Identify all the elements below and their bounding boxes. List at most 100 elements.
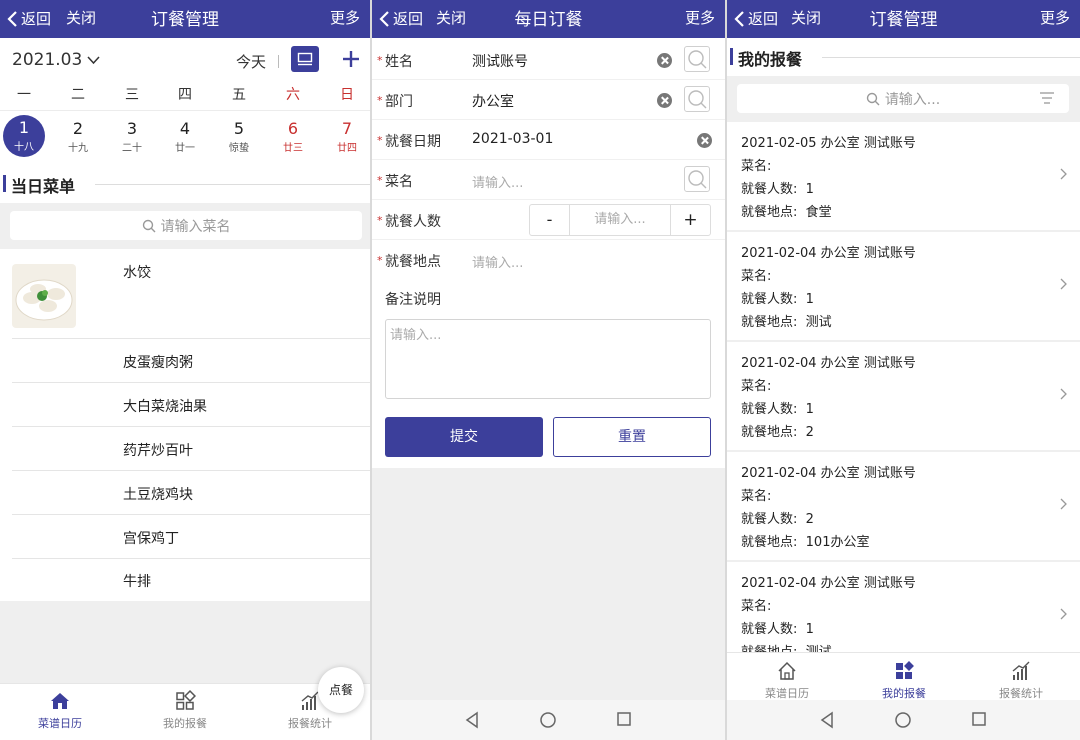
tab-menu-calendar[interactable]: 菜谱日历 (0, 690, 120, 731)
list-item[interactable]: 牛排 (12, 559, 370, 601)
weekday-label: 六 (273, 84, 313, 104)
date-row: 1 十八 2 十九 3 二十 4 廿一 5 惊蛰 6 廿三 (0, 110, 370, 164)
tab-menu-calendar[interactable]: 菜谱日历 (727, 660, 847, 701)
calendar-day[interactable]: 7 廿四 (325, 113, 369, 159)
more-button[interactable]: 更多 (330, 7, 360, 28)
order-search-input[interactable]: 请输入... (737, 84, 1069, 113)
home-icon (776, 660, 798, 682)
list-item[interactable]: 2021-02-04 办公室 测试账号 菜名: 就餐人数: 1 就餐地点: 测试 (727, 232, 1080, 340)
dish-row: * 菜名 请输入... (372, 160, 725, 200)
home-circle-icon[interactable] (539, 711, 557, 729)
list-item[interactable]: 大白菜烧油果 (12, 383, 370, 427)
list-item[interactable]: 2021-02-04 办公室 测试账号 菜名: 就餐人数: 1 就餐地点: 2 (727, 342, 1080, 450)
day-number: 5 (217, 119, 261, 138)
back-triangle-icon[interactable] (819, 711, 835, 729)
list-item[interactable]: 2021-02-04 办公室 测试账号 菜名: 就餐人数: 2 就餐地点: 10… (727, 452, 1080, 560)
recent-apps-icon[interactable] (616, 711, 632, 727)
list-item[interactable]: 皮蛋瘦肉粥 (12, 339, 370, 383)
calendar-day-selected[interactable]: 1 十八 (3, 115, 45, 157)
place-field[interactable]: 请输入... (472, 252, 523, 271)
weekday-label: 一 (4, 84, 44, 104)
close-button[interactable]: 关闭 (66, 7, 96, 28)
recent-apps-icon[interactable] (971, 711, 987, 727)
day-lunar: 十九 (56, 139, 100, 154)
calendar-day[interactable]: 2 十九 (56, 113, 100, 159)
tab-my-orders[interactable]: 我的报餐 (125, 690, 245, 731)
decrement-button[interactable]: - (530, 205, 570, 235)
clear-icon[interactable] (657, 93, 672, 108)
calendar-day[interactable]: 3 二十 (110, 113, 154, 159)
list-item[interactable]: 水饺 (12, 249, 370, 339)
today-button[interactable]: 今天 (236, 51, 266, 72)
close-button[interactable]: 关闭 (436, 7, 466, 28)
list-item[interactable]: 2021-02-04 办公室 测试账号 菜名: 就餐人数: 1 就餐地点: 测试 (727, 562, 1080, 652)
order-fab-button[interactable]: 点餐 (318, 667, 364, 713)
top-bar: 返回 关闭 订餐管理 更多 (727, 0, 1080, 38)
more-button[interactable]: 更多 (685, 7, 715, 28)
add-icon[interactable] (340, 48, 362, 70)
day-lunar: 惊蛰 (217, 139, 261, 154)
divider (822, 57, 1080, 58)
lookup-button[interactable] (684, 86, 710, 112)
dept-row: * 部门 办公室 (372, 80, 725, 120)
submit-button[interactable]: 提交 (385, 417, 543, 457)
grid-icon (174, 690, 196, 712)
dish-field[interactable]: 请输入... (472, 172, 523, 191)
field-label: 菜名 (385, 171, 413, 191)
day-number: 6 (271, 119, 315, 138)
count-input[interactable]: 请输入... (570, 205, 670, 235)
search-icon (685, 167, 709, 191)
dish-search-input[interactable]: 请输入菜名 (10, 211, 362, 240)
name-field[interactable]: 测试账号 (472, 51, 528, 71)
home-circle-icon[interactable] (894, 711, 912, 729)
count-value: 2 (806, 512, 814, 527)
lookup-button[interactable] (684, 166, 710, 192)
place-label: 就餐地点: (741, 315, 797, 330)
reset-button[interactable]: 重置 (553, 417, 711, 457)
list-item[interactable]: 药芹炒百叶 (12, 427, 370, 471)
divider (95, 184, 370, 185)
count-value: 1 (806, 402, 814, 417)
count-label: 就餐人数: (741, 292, 797, 307)
close-button[interactable]: 关闭 (791, 7, 821, 28)
filter-icon[interactable] (1040, 92, 1054, 104)
back-label: 返回 (748, 8, 778, 29)
list-item[interactable]: 宫保鸡丁 (12, 515, 370, 559)
page-title: 订餐管理 (727, 5, 1080, 30)
list-item[interactable]: 2021-02-05 办公室 测试账号 菜名: 就餐人数: 1 就餐地点: 食堂 (727, 122, 1080, 230)
month-selector[interactable]: 2021.03 (12, 50, 100, 70)
more-button[interactable]: 更多 (1040, 7, 1070, 28)
place-label: 就餐地点: (741, 535, 797, 550)
memo-textarea[interactable]: 请输入... (385, 319, 711, 399)
increment-button[interactable]: + (670, 205, 710, 235)
tab-my-orders[interactable]: 我的报餐 (844, 660, 964, 701)
back-button[interactable]: 返回 (733, 8, 778, 29)
calendar-day[interactable]: 6 廿三 (271, 113, 315, 159)
calendar-screen: 返回 关闭 订餐管理 更多 2021.03 今天 一 二 三 四 五 六 日 1 (0, 0, 370, 740)
search-icon (685, 87, 709, 111)
required-mark: * (377, 214, 383, 227)
lookup-button[interactable] (684, 46, 710, 72)
place-line: 就餐地点: 食堂 (741, 201, 832, 220)
place-value: 101办公室 (806, 535, 870, 550)
dept-field[interactable]: 办公室 (472, 91, 514, 111)
day-number: 2 (56, 119, 100, 138)
back-triangle-icon[interactable] (464, 711, 480, 729)
count-value: 1 (806, 292, 814, 307)
back-button[interactable]: 返回 (378, 8, 423, 29)
dish-label: 菜名: (741, 595, 771, 614)
count-line: 就餐人数: 2 (741, 508, 814, 527)
list-item[interactable]: 土豆烧鸡块 (12, 471, 370, 515)
search-placeholder: 请输入... (885, 89, 940, 109)
chevron-down-icon (87, 56, 100, 65)
back-button[interactable]: 返回 (6, 8, 51, 29)
calendar-day[interactable]: 5 惊蛰 (217, 113, 261, 159)
count-value: 1 (806, 622, 814, 637)
clear-icon[interactable] (697, 133, 712, 148)
clear-icon[interactable] (657, 53, 672, 68)
calendar-day[interactable]: 4 廿一 (163, 113, 207, 159)
tab-order-stats[interactable]: 报餐统计 (961, 660, 1080, 701)
date-field[interactable]: 2021-03-01 (472, 131, 553, 147)
view-toggle-button[interactable] (291, 46, 319, 72)
field-label: 就餐地点 (385, 251, 441, 271)
